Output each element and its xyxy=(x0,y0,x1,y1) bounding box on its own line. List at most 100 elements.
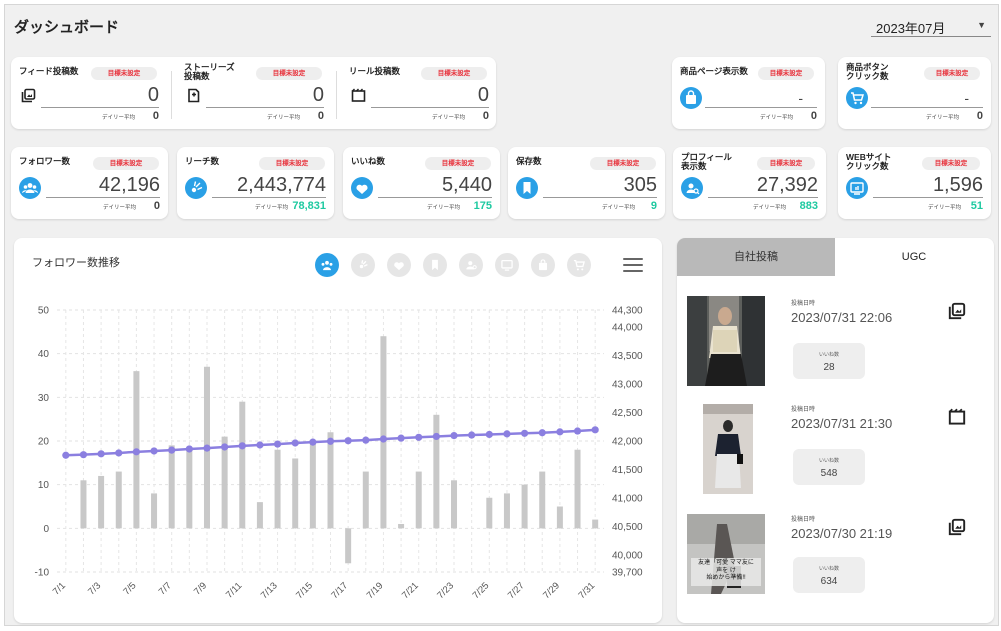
website-clicks-card[interactable]: WEBサイト クリック数 目標未設定 1,596 デイリー平均 51 xyxy=(838,147,991,219)
chart-bar xyxy=(98,475,105,529)
chevron-down-icon: ▼ xyxy=(977,20,986,30)
y-right-tick-label: 39,700 xyxy=(612,568,643,579)
chart-bar xyxy=(574,449,581,529)
post-photo xyxy=(703,404,753,494)
month-select[interactable]: 2023年07月 ▼ xyxy=(871,15,991,37)
tab-ugc[interactable]: UGC xyxy=(835,238,993,276)
metric-underline xyxy=(212,197,326,198)
metric-value: 0 xyxy=(147,84,159,106)
chart-bar xyxy=(451,480,458,529)
follower-point xyxy=(309,438,317,446)
daily-value: 0 xyxy=(810,110,817,122)
metric-underline xyxy=(46,197,160,198)
post-thumbnail[interactable] xyxy=(687,296,765,386)
bookmark-icon xyxy=(516,177,538,199)
metric-label: 商品ページ表示数 xyxy=(680,66,748,76)
likes-label: いいね数 xyxy=(818,566,839,572)
metric-label: プロフィール 表示数 xyxy=(681,152,732,171)
x-tick-label: 7/1 xyxy=(51,580,68,597)
reach-icon xyxy=(185,177,207,199)
dashboard-frame: ダッシュボード 2023年07月 ▼ フィード投稿数 目標未設定 0 デイリー平… xyxy=(4,4,999,626)
feed-icon xyxy=(21,88,36,103)
heart-icon xyxy=(351,177,373,199)
chart-bar xyxy=(521,484,528,529)
metric-reach: リーチ数 目標未設定 2,443,774 デイリー平均 78,831 xyxy=(185,157,326,213)
post-item[interactable]: 投稿日時 2023/07/31 21:30 いいね数 548 xyxy=(677,398,994,508)
y-left-tick-label: 10 xyxy=(38,480,50,491)
follower-point xyxy=(415,433,423,441)
target-badge: 目標未設定 xyxy=(757,157,815,170)
metric-value: 42,196 xyxy=(98,174,160,196)
chart-bar xyxy=(433,414,440,529)
target-badge: 目標未設定 xyxy=(922,157,980,170)
metric-saves: 保存数 目標未設定 305 デイリー平均 9 xyxy=(516,157,657,213)
saves-card[interactable]: 保存数 目標未設定 305 デイリー平均 9 xyxy=(508,147,665,219)
y-left-tick-label: 0 xyxy=(43,524,49,535)
header: ダッシュボード 2023年07月 ▼ xyxy=(5,5,998,41)
metric-underline xyxy=(41,107,159,108)
cart-icon xyxy=(846,87,868,109)
y-right-tick-label: 44,300 xyxy=(612,306,643,317)
post-thumbnail[interactable]: 友達「可愛 ママ友に 声を け 始めから準備!! xyxy=(687,514,765,594)
post-item[interactable]: 友達「可愛 ママ友に 声を け 始めから準備!! 投稿日時 2023/07/30… xyxy=(677,508,994,618)
x-tick-label: 7/25 xyxy=(471,580,492,601)
x-tick-label: 7/27 xyxy=(506,580,527,601)
follower-point xyxy=(291,439,299,447)
target-badge: 目標未設定 xyxy=(256,67,322,80)
daily-value: 883 xyxy=(799,200,818,212)
follower-point xyxy=(62,451,70,459)
metric-profile-views: プロフィール 表示数 目標未設定 27,392 デイリー平均 883 xyxy=(681,153,818,213)
x-tick-label: 7/7 xyxy=(157,580,174,597)
metric-value: 1,596 xyxy=(932,174,983,196)
metric-label: フォロワー数 xyxy=(19,156,71,166)
likes-box: いいね数 548 xyxy=(793,449,865,485)
y-right-tick-label: 43,000 xyxy=(612,380,643,391)
follower-point xyxy=(397,434,405,442)
target-badge: 目標未設定 xyxy=(924,67,980,80)
target-badge: 目標未設定 xyxy=(91,67,157,80)
follower-point xyxy=(468,431,476,439)
follower-point xyxy=(432,432,440,441)
metric-label: 商品ボタン クリック数 xyxy=(846,62,889,81)
metric-underline xyxy=(378,197,492,198)
tab-own-posts[interactable]: 自社投稿 xyxy=(677,238,835,276)
target-badge: 目標未設定 xyxy=(425,157,491,170)
profile-views-card[interactable]: プロフィール 表示数 目標未設定 27,392 デイリー平均 883 xyxy=(673,147,826,219)
x-tick-label: 7/13 xyxy=(259,580,280,601)
post-item[interactable]: 投稿日時 2023/07/31 22:06 いいね数 28 xyxy=(677,288,994,398)
follower-point xyxy=(168,446,176,454)
followers-card[interactable]: フォロワー数 目標未設定 42,196 デイリー平均 0 xyxy=(11,147,168,219)
follower-point xyxy=(326,437,335,445)
posted-label: 投稿日時 xyxy=(791,301,816,307)
follower-point xyxy=(185,445,193,453)
x-tick-label: 7/5 xyxy=(121,580,138,597)
metric-underline xyxy=(371,107,489,108)
target-badge: 目標未設定 xyxy=(758,67,814,80)
chart-bar xyxy=(556,506,563,529)
reach-card[interactable]: リーチ数 目標未設定 2,443,774 デイリー平均 78,831 xyxy=(177,147,334,219)
x-tick-label: 7/29 xyxy=(541,580,562,601)
chart-bar xyxy=(80,480,87,529)
metric-underline xyxy=(708,197,818,198)
metric-feed-posts: フィード投稿数 目標未設定 0 デイリー平均 0 xyxy=(19,67,159,123)
feed-icon xyxy=(948,302,966,320)
post-thumbnail[interactable] xyxy=(703,404,753,494)
follower-point xyxy=(450,431,458,440)
metric-label: いいね数 xyxy=(351,156,386,166)
likes-value: 634 xyxy=(820,576,838,587)
follower-point xyxy=(485,430,493,439)
daily-value: 0 xyxy=(482,110,489,122)
metric-value: 5,440 xyxy=(441,174,492,196)
metric-underline xyxy=(871,107,983,108)
likes-card[interactable]: いいね数 目標未設定 5,440 デイリー平均 175 xyxy=(343,147,500,219)
daily-value: 0 xyxy=(153,200,160,212)
follower-point xyxy=(344,437,352,445)
target-badge: 目標未設定 xyxy=(93,157,159,170)
metric-underline xyxy=(873,197,983,198)
y-left-tick-label: 20 xyxy=(38,437,50,448)
daily-label: デイリー平均 xyxy=(101,115,135,121)
daily-label: デイリー平均 xyxy=(102,205,136,211)
daily-value: 0 xyxy=(317,110,324,122)
likes-value: 28 xyxy=(823,362,835,373)
follower-point xyxy=(273,440,282,448)
